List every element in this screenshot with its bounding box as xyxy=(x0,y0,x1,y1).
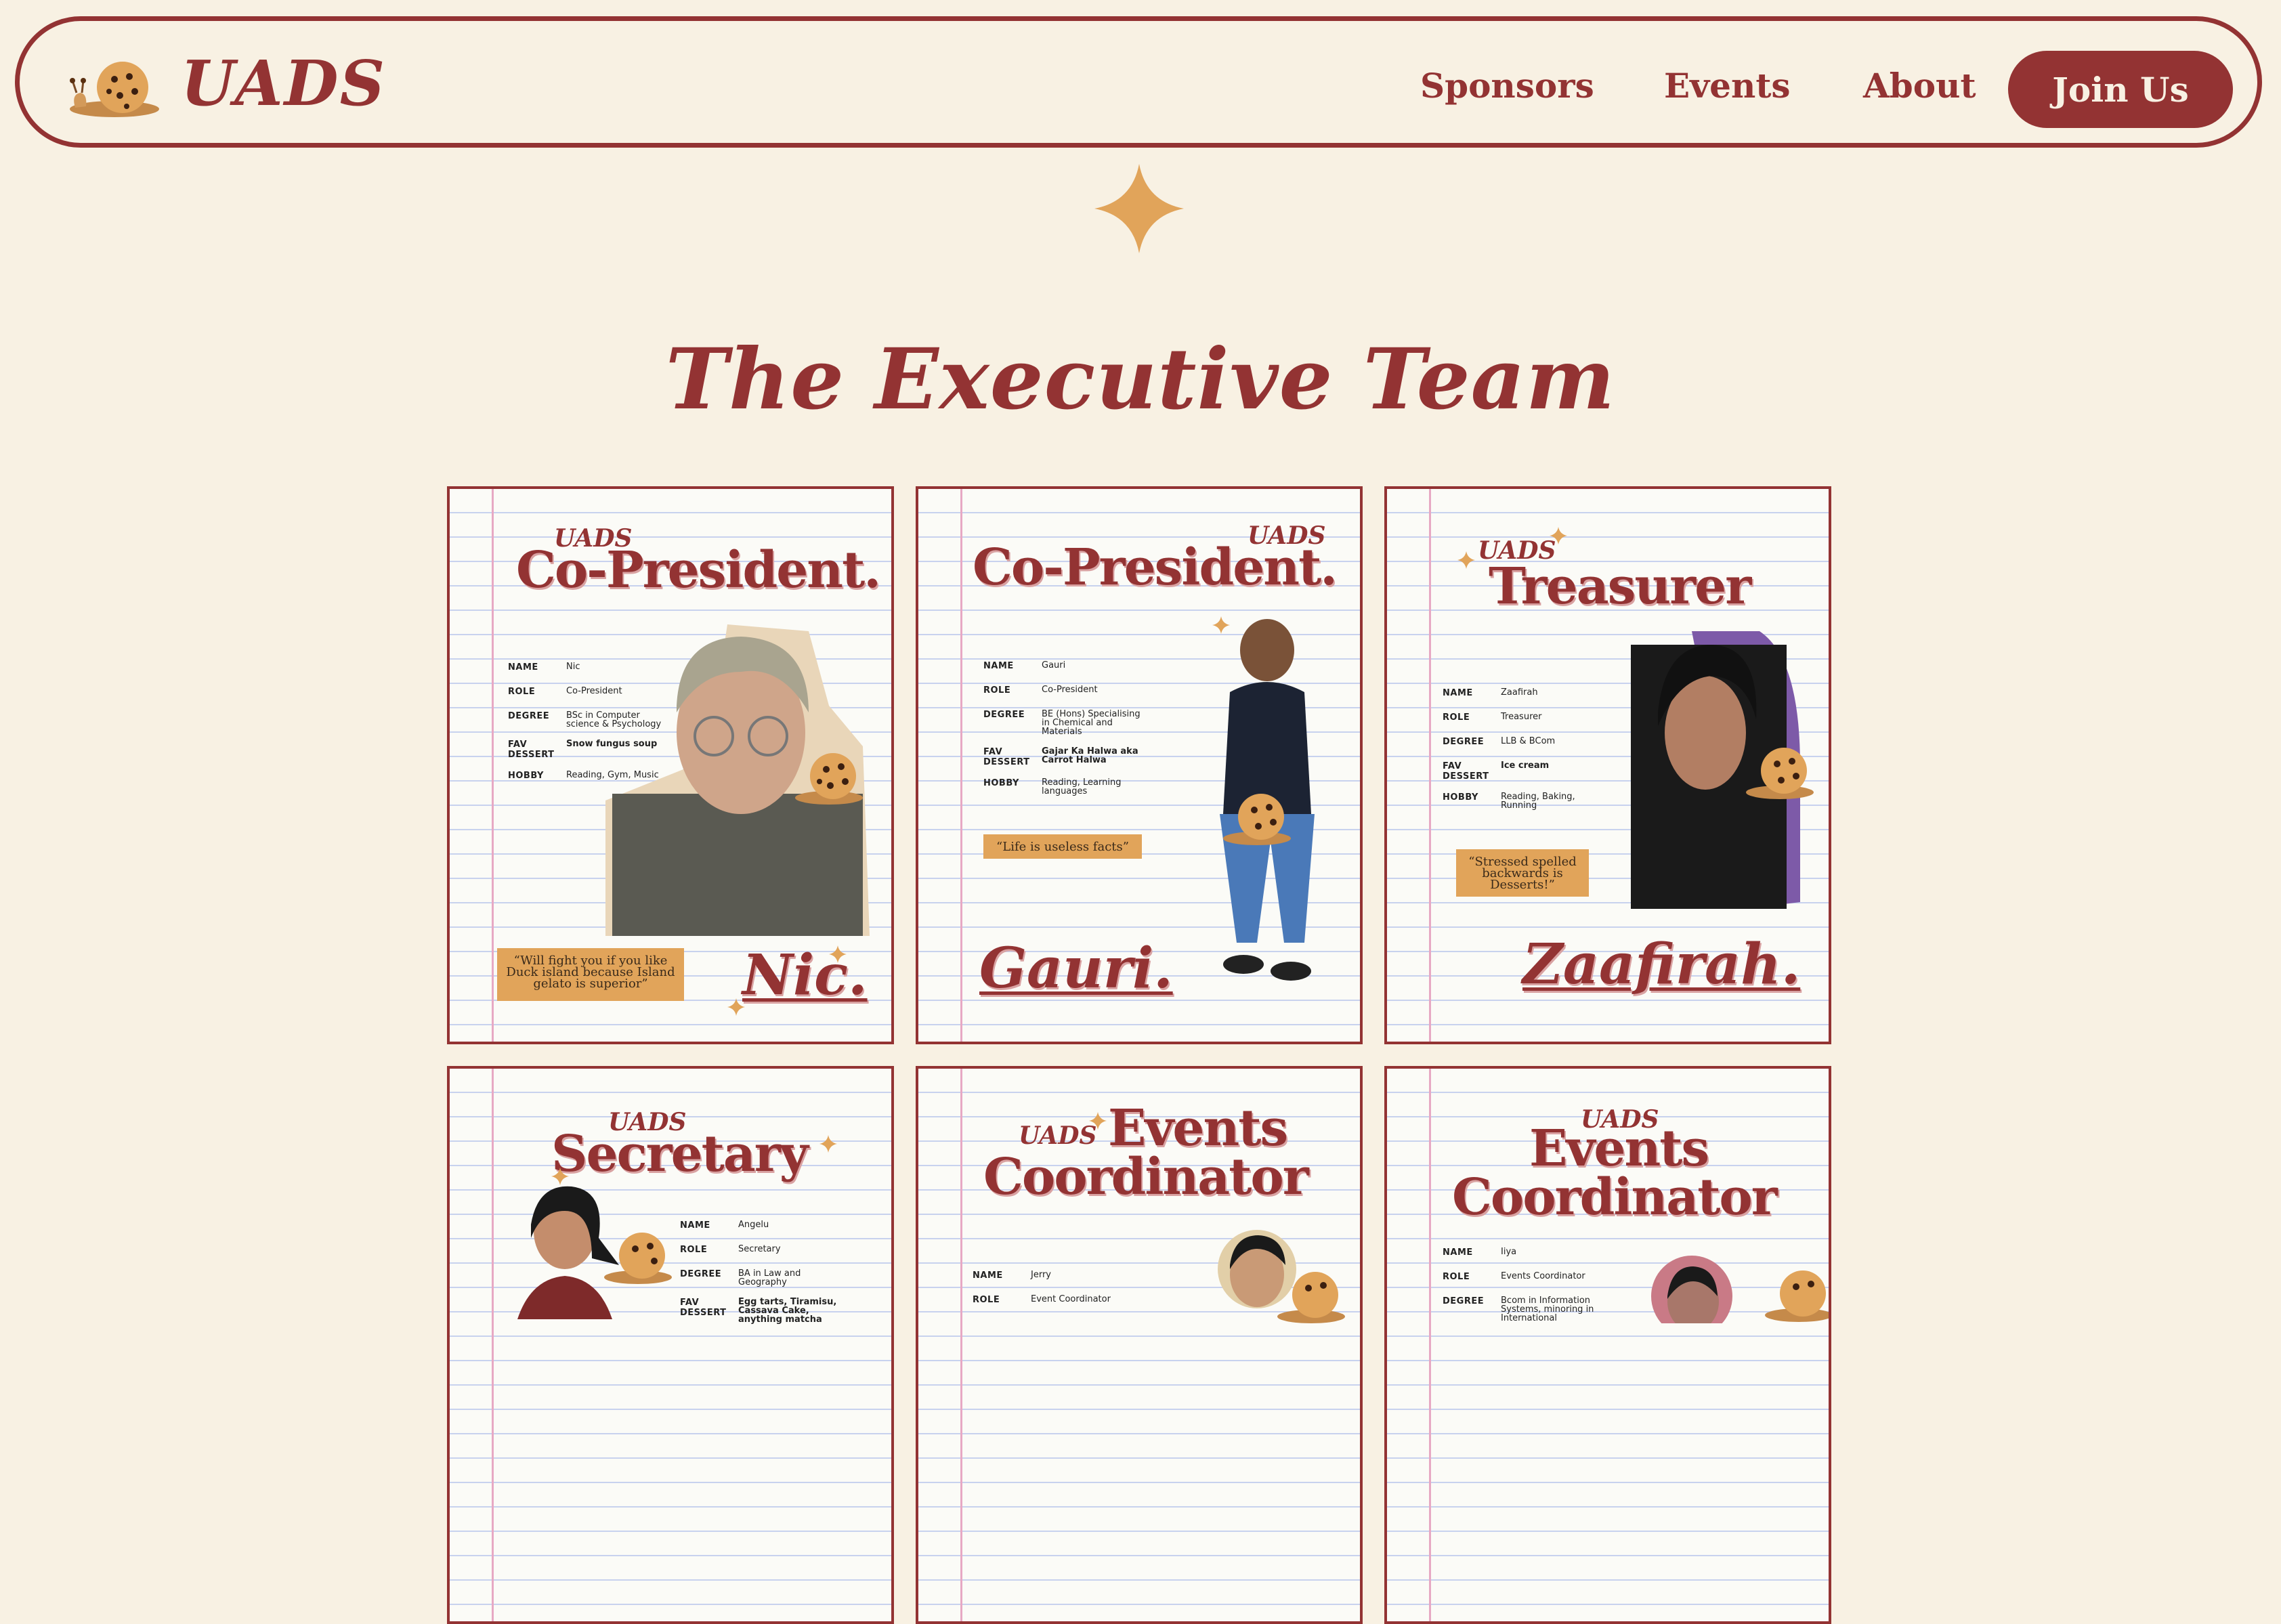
logo-text[interactable]: UADS xyxy=(181,47,386,120)
member-card-jerry[interactable]: UADS Events Coordinator NAME Jerry ROLE Ev… xyxy=(916,1066,1363,1624)
info-label: HOBBY xyxy=(508,771,544,781)
card-info-list: NAME Iiya ROLE Events Coordinator DEGREE Bc… xyxy=(1443,1247,1609,1333)
member-card-angelu[interactable]: UADS Secretary NAME Angelu ROLE Secretary … xyxy=(447,1066,894,1624)
card-uads-label: UADS xyxy=(1019,1121,1097,1150)
card-info-list: NAME Gauri ROLE Co-President DEGREE BE (Hon… xyxy=(983,661,1150,807)
info-value: Event Coordinator xyxy=(1031,1294,1111,1304)
member-name: Zaafirah. xyxy=(1522,932,1801,997)
card-role-title: Co-President. xyxy=(516,541,881,599)
card-quote: “Life is useless facts” xyxy=(983,834,1142,859)
member-card-gauri[interactable]: UADS Co-President. NAME Gauri ROLE Co-Pres… xyxy=(916,486,1363,1044)
info-label: DEGREE xyxy=(508,711,550,721)
info-value: Reading, Baking, Running xyxy=(1501,792,1575,811)
info-label: HOBBY xyxy=(983,778,1019,788)
member-card-zaafirah[interactable]: UADS Treasurer NAME Zaafirah ROLE Treasure… xyxy=(1384,486,1831,1044)
join-us-button[interactable]: Join Us xyxy=(2008,51,2233,128)
info-value: BE (Hons) Specialising in Chemical and M… xyxy=(1042,709,1140,737)
snail-cookie-icon xyxy=(1746,748,1814,799)
card-role-title-line2: Coordinator xyxy=(1452,1168,1778,1226)
sparkle-icon xyxy=(829,945,847,963)
info-label: FAV DESSERT xyxy=(1443,761,1489,782)
card-role-title: Treasurer xyxy=(1489,557,1751,616)
info-label: ROLE xyxy=(1443,1272,1470,1282)
info-value: Treasurer xyxy=(1501,712,1542,722)
info-label: NAME xyxy=(508,662,538,672)
info-value: Secretary xyxy=(738,1244,781,1254)
card-role-title-line1: Events xyxy=(1108,1099,1288,1157)
snail-cookie-icon xyxy=(1223,794,1291,845)
card-role-title-line2: Coordinator xyxy=(983,1148,1309,1206)
member-name: Nic. xyxy=(742,943,868,1008)
sparkle-icon xyxy=(727,998,745,1016)
info-label: ROLE xyxy=(1443,712,1470,723)
info-label: DEGREE xyxy=(983,710,1025,720)
info-label: DEGREE xyxy=(680,1269,722,1279)
card-quote: “Stressed spelled backwards is Desserts!… xyxy=(1456,849,1589,897)
card-info-list: NAME Jerry ROLE Event Coordinator xyxy=(973,1270,1139,1319)
info-label: NAME xyxy=(1443,1247,1473,1258)
card-role-title: Co-President. xyxy=(973,538,1338,597)
nav-link-sponsors[interactable]: Sponsors xyxy=(1420,66,1594,106)
sparkle-icon xyxy=(1212,616,1230,634)
info-value: Ice cream xyxy=(1501,761,1550,771)
info-label: DEGREE xyxy=(1443,737,1485,747)
sparkle-icon xyxy=(1457,551,1475,569)
card-info-list: NAME Angelu ROLE Secretary DEGREE BA in Law… xyxy=(680,1220,847,1335)
info-value: Bcom in Information Systems, minoring in… xyxy=(1501,1296,1594,1323)
info-value: Co-President xyxy=(1042,685,1098,695)
sparkle-icon xyxy=(1089,1112,1107,1130)
info-value: BA in Law and Geography xyxy=(738,1268,801,1287)
member-photo xyxy=(1651,1256,1732,1323)
info-label: HOBBY xyxy=(1443,792,1478,803)
info-label: NAME xyxy=(680,1220,710,1231)
nav-link-about[interactable]: About xyxy=(1863,66,1976,106)
info-label: ROLE xyxy=(983,685,1011,696)
snail-cookie-icon[interactable] xyxy=(67,54,162,121)
info-value: Events Coordinator xyxy=(1501,1271,1585,1281)
info-label: NAME xyxy=(973,1270,1003,1281)
card-quote: “Will fight you if you like Duck island … xyxy=(497,948,684,1001)
info-label: FAV DESSERT xyxy=(508,740,555,760)
snail-cookie-icon xyxy=(1277,1272,1345,1323)
section-title: The Executive Team xyxy=(665,330,1616,429)
card-role-title: Secretary xyxy=(551,1125,809,1183)
info-label: ROLE xyxy=(508,687,536,697)
info-label: FAV DESSERT xyxy=(680,1298,727,1318)
member-card-iiya[interactable]: UADS Events Coordinator NAME Iiya ROLE Eve… xyxy=(1384,1066,1831,1624)
sparkle-icon xyxy=(551,1168,569,1185)
info-label: DEGREE xyxy=(1443,1296,1485,1306)
sparkle-icon xyxy=(1550,527,1567,544)
member-name: Gauri. xyxy=(979,936,1173,1001)
snail-cookie-icon xyxy=(795,753,863,805)
snail-cookie-icon xyxy=(1765,1270,1829,1322)
info-value: LLB & BCom xyxy=(1501,736,1556,746)
member-card-nic[interactable]: UADS Co-President. NAME Nic ROLE Co-Presid… xyxy=(447,486,894,1044)
snail-cookie-icon xyxy=(604,1233,672,1284)
info-label: ROLE xyxy=(680,1245,708,1255)
top-nav: UADS Sponsors Events About Join Us xyxy=(15,16,2262,148)
info-value: Angelu xyxy=(738,1220,769,1230)
sparkle-icon xyxy=(1094,164,1184,253)
card-info-list: NAME Zaafirah ROLE Treasurer DEGREE LLB & B… xyxy=(1443,688,1609,821)
info-value: Iiya xyxy=(1501,1247,1517,1257)
nav-link-events[interactable]: Events xyxy=(1664,66,1791,106)
card-role-title-line1: Events xyxy=(1529,1119,1709,1178)
info-value: Egg tarts, Tiramisu, Cassava Cake, anyth… xyxy=(738,1297,837,1325)
info-value: Gauri xyxy=(1042,660,1066,670)
info-value: Reading, Learning languages xyxy=(1042,777,1122,796)
info-value: Zaafirah xyxy=(1501,687,1538,698)
info-label: FAV DESSERT xyxy=(983,747,1030,767)
info-label: NAME xyxy=(1443,688,1473,698)
info-value: Gajar Ka Halwa aka Carrot Halwa xyxy=(1042,746,1138,765)
info-label: NAME xyxy=(983,661,1014,671)
info-label: ROLE xyxy=(973,1295,1000,1305)
sparkle-icon xyxy=(819,1135,837,1153)
info-value: Jerry xyxy=(1031,1270,1051,1280)
